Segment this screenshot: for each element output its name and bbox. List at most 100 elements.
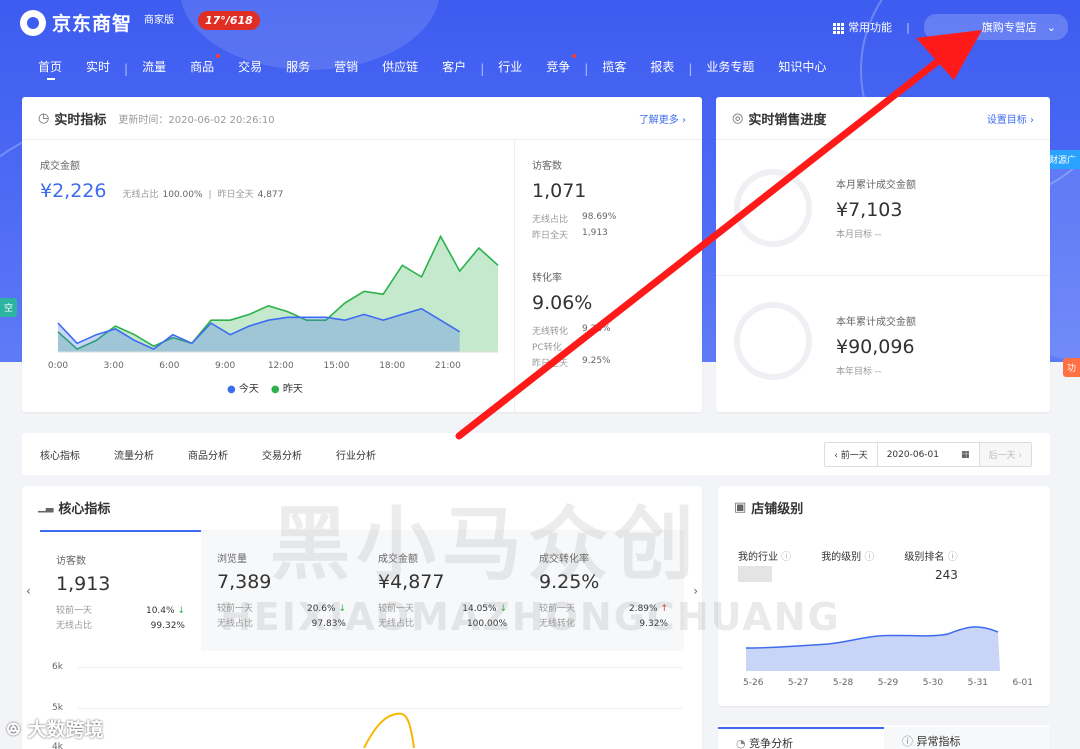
nav-item-competition[interactable]: 竞争 bbox=[534, 54, 582, 80]
divider bbox=[514, 140, 515, 412]
footer-logo: ꔮ 大数跨境 bbox=[6, 719, 104, 741]
conv-yday-value: 9.25% bbox=[582, 356, 611, 366]
calendar-icon: ▦ bbox=[961, 449, 970, 460]
x-tick-label: 12:00 bbox=[268, 361, 294, 371]
month-progress: 本月累计成交金额 ¥7,103 本月目标 -- bbox=[836, 176, 916, 240]
x-tick-label: 3:00 bbox=[104, 361, 124, 371]
set-target-link[interactable]: 设置目标 › bbox=[987, 111, 1034, 126]
tab-product-analysis[interactable]: 商品分析 bbox=[188, 447, 228, 462]
tab-trade-analysis[interactable]: 交易分析 bbox=[262, 447, 302, 462]
nav-item-home[interactable]: 首页 bbox=[26, 58, 74, 80]
help-icon: ⓘ bbox=[781, 552, 792, 563]
clock-icon: ◷ bbox=[38, 110, 50, 126]
nav-item-trade[interactable]: 交易 bbox=[226, 58, 274, 80]
conversion-value: 9.06% bbox=[532, 292, 593, 314]
gauge-icon: ◔ bbox=[736, 737, 746, 749]
nav-divider: | bbox=[584, 62, 589, 76]
common-functions-button[interactable]: 常用功能 bbox=[833, 19, 892, 35]
y-tick: 5k bbox=[52, 703, 63, 713]
x-tick: 5-29 bbox=[877, 678, 899, 688]
divider bbox=[716, 275, 1050, 276]
next-day-button[interactable]: 后一天 › bbox=[979, 443, 1031, 466]
my-level-label: 我的级别 ⓘ bbox=[821, 552, 875, 563]
help-icon: ⓘ bbox=[947, 552, 958, 563]
visitors-wireless-value: 98.69% bbox=[582, 212, 617, 222]
realtime-chart: 0:00 3:00 6:00 9:00 12:00 15:00 18:00 21:00 bbox=[48, 234, 499, 371]
gmv-label: 成交金额 bbox=[40, 161, 80, 172]
y-tick: 4k bbox=[52, 742, 63, 749]
realtime-title: 实时指标 bbox=[54, 112, 107, 128]
conv-wireless-value: 9.28% bbox=[582, 324, 611, 334]
x-tick: 5-30 bbox=[922, 678, 944, 688]
nav-item-customer[interactable]: 客户 bbox=[430, 58, 478, 80]
nav-item-knowledge[interactable]: 知识中心 bbox=[766, 58, 838, 80]
logo[interactable]: 京东商智 商家版 bbox=[20, 9, 174, 36]
tab-traffic-analysis[interactable]: 流量分析 bbox=[114, 447, 154, 462]
nav-divider: | bbox=[688, 62, 693, 76]
nav-item-supply-chain[interactable]: 供应链 bbox=[370, 58, 430, 80]
metric-value: 1,913 bbox=[56, 573, 111, 595]
bottom-tabs: ◔ 竞争分析 ⓘ 异常指标 bbox=[718, 725, 1050, 749]
realtime-card: ◷ 实时指标 更新时间：2020-06-02 20:26:10 了解更多 › 成… bbox=[22, 97, 702, 412]
x-tick-label: 15:00 bbox=[324, 361, 350, 371]
my-industry-label: 我的行业 ⓘ bbox=[738, 552, 792, 563]
update-time: 更新时间：2020-06-02 20:26:10 bbox=[118, 114, 275, 126]
y-tick: 6k bbox=[52, 662, 63, 672]
nav-divider: | bbox=[480, 62, 485, 76]
nav-item-industry[interactable]: 行业 bbox=[486, 58, 534, 80]
top-right-menu: 常用功能 | 旗购专营店 ⌄ bbox=[833, 14, 1068, 40]
core-title: 核心指标 bbox=[58, 502, 111, 517]
learn-more-link[interactable]: 了解更多 › bbox=[639, 111, 686, 126]
wireless-label: 无线占比 bbox=[122, 190, 159, 200]
x-tick: 5-27 bbox=[787, 678, 809, 688]
month-target: 本月目标 -- bbox=[836, 230, 882, 240]
prev-day-button[interactable]: ‹ 前一天 bbox=[825, 443, 878, 466]
nav-item-realtime[interactable]: 实时 bbox=[74, 58, 122, 80]
date-field[interactable]: 2020-06-01 ▦ bbox=[878, 443, 980, 466]
shop-switcher[interactable]: 旗购专营店 ⌄ bbox=[923, 14, 1068, 40]
nav-item-business-topics[interactable]: 业务专题 bbox=[694, 58, 766, 80]
analysis-tabs: 核心指标 流量分析 商品分析 交易分析 行业分析 ‹ 前一天 2020-06-0… bbox=[22, 433, 1050, 475]
realtime-card-header: ◷ 实时指标 更新时间：2020-06-02 20:26:10 了解更多 › bbox=[22, 97, 702, 140]
nav-item-marketing[interactable]: 营销 bbox=[322, 58, 370, 80]
x-tick: 5-28 bbox=[832, 678, 854, 688]
watermark-latin: HEIXIAOMAZHONGCHUANG bbox=[220, 595, 841, 639]
chevron-left-icon[interactable]: ‹ bbox=[26, 584, 31, 598]
side-tag[interactable]: 空 bbox=[0, 298, 18, 317]
legend-yesterday[interactable]: ● 昨天 bbox=[271, 380, 303, 395]
watermark: 黑小马众创 bbox=[270, 498, 700, 591]
metric-tile[interactable]: 访客数 1,913 较前一天 10.4% ↓ 无线占比 99.32% bbox=[40, 530, 201, 651]
tab-abnormal-metrics[interactable]: ⓘ 异常指标 bbox=[884, 727, 1050, 749]
nav-item-service[interactable]: 服务 bbox=[274, 58, 322, 80]
legend-today[interactable]: ● 今天 bbox=[227, 380, 259, 395]
x-tick-label: 0:00 bbox=[48, 361, 68, 371]
level-rank-label: 级别排名 ⓘ bbox=[904, 552, 958, 563]
nav-item-product[interactable]: 商品 bbox=[178, 54, 226, 80]
gmv-value: ¥2,226 bbox=[40, 180, 107, 202]
x-tick: 5-31 bbox=[967, 678, 989, 688]
promo-badge[interactable]: 17°/618 bbox=[198, 11, 260, 30]
conv-yday-label: 昨日全天 bbox=[532, 359, 569, 369]
visitors-label: 访客数 bbox=[532, 161, 562, 172]
nav-item-customer-acquisition[interactable]: 揽客 bbox=[590, 58, 638, 80]
visitors-yday-label: 昨日全天 bbox=[532, 231, 569, 241]
nav-item-reports[interactable]: 报表 bbox=[638, 58, 686, 80]
grid-icon bbox=[833, 22, 845, 34]
chevron-down-icon: ⌄ bbox=[1046, 20, 1056, 34]
side-tag[interactable]: 功 bbox=[1062, 358, 1080, 377]
shop-level-header: ▣ 店铺级别 bbox=[718, 486, 1050, 529]
yesterday-label: 昨日全天 bbox=[217, 190, 254, 200]
tab-industry-analysis[interactable]: 行业分析 bbox=[336, 447, 376, 462]
sales-card-header: ◎ 实时销售进度 设置目标 › bbox=[716, 97, 1050, 140]
visitors-value: 1,071 bbox=[532, 180, 587, 202]
tab-competition-analysis[interactable]: ◔ 竞争分析 bbox=[718, 727, 884, 749]
date-picker: ‹ 前一天 2020-06-01 ▦ 后一天 › bbox=[824, 442, 1032, 467]
shop-name: 旗购专营店 bbox=[981, 21, 1037, 34]
metric-compare-value: 10.4% bbox=[145, 606, 175, 616]
conv-wireless-label: 无线转化 bbox=[532, 327, 569, 337]
x-tick-label: 21:00 bbox=[435, 361, 461, 371]
side-tag[interactable]: 财源广 bbox=[1044, 150, 1080, 169]
tab-core-metrics[interactable]: 核心指标 bbox=[40, 447, 80, 462]
nav-item-traffic[interactable]: 流量 bbox=[130, 58, 178, 80]
year-value: ¥90,096 bbox=[836, 336, 915, 358]
